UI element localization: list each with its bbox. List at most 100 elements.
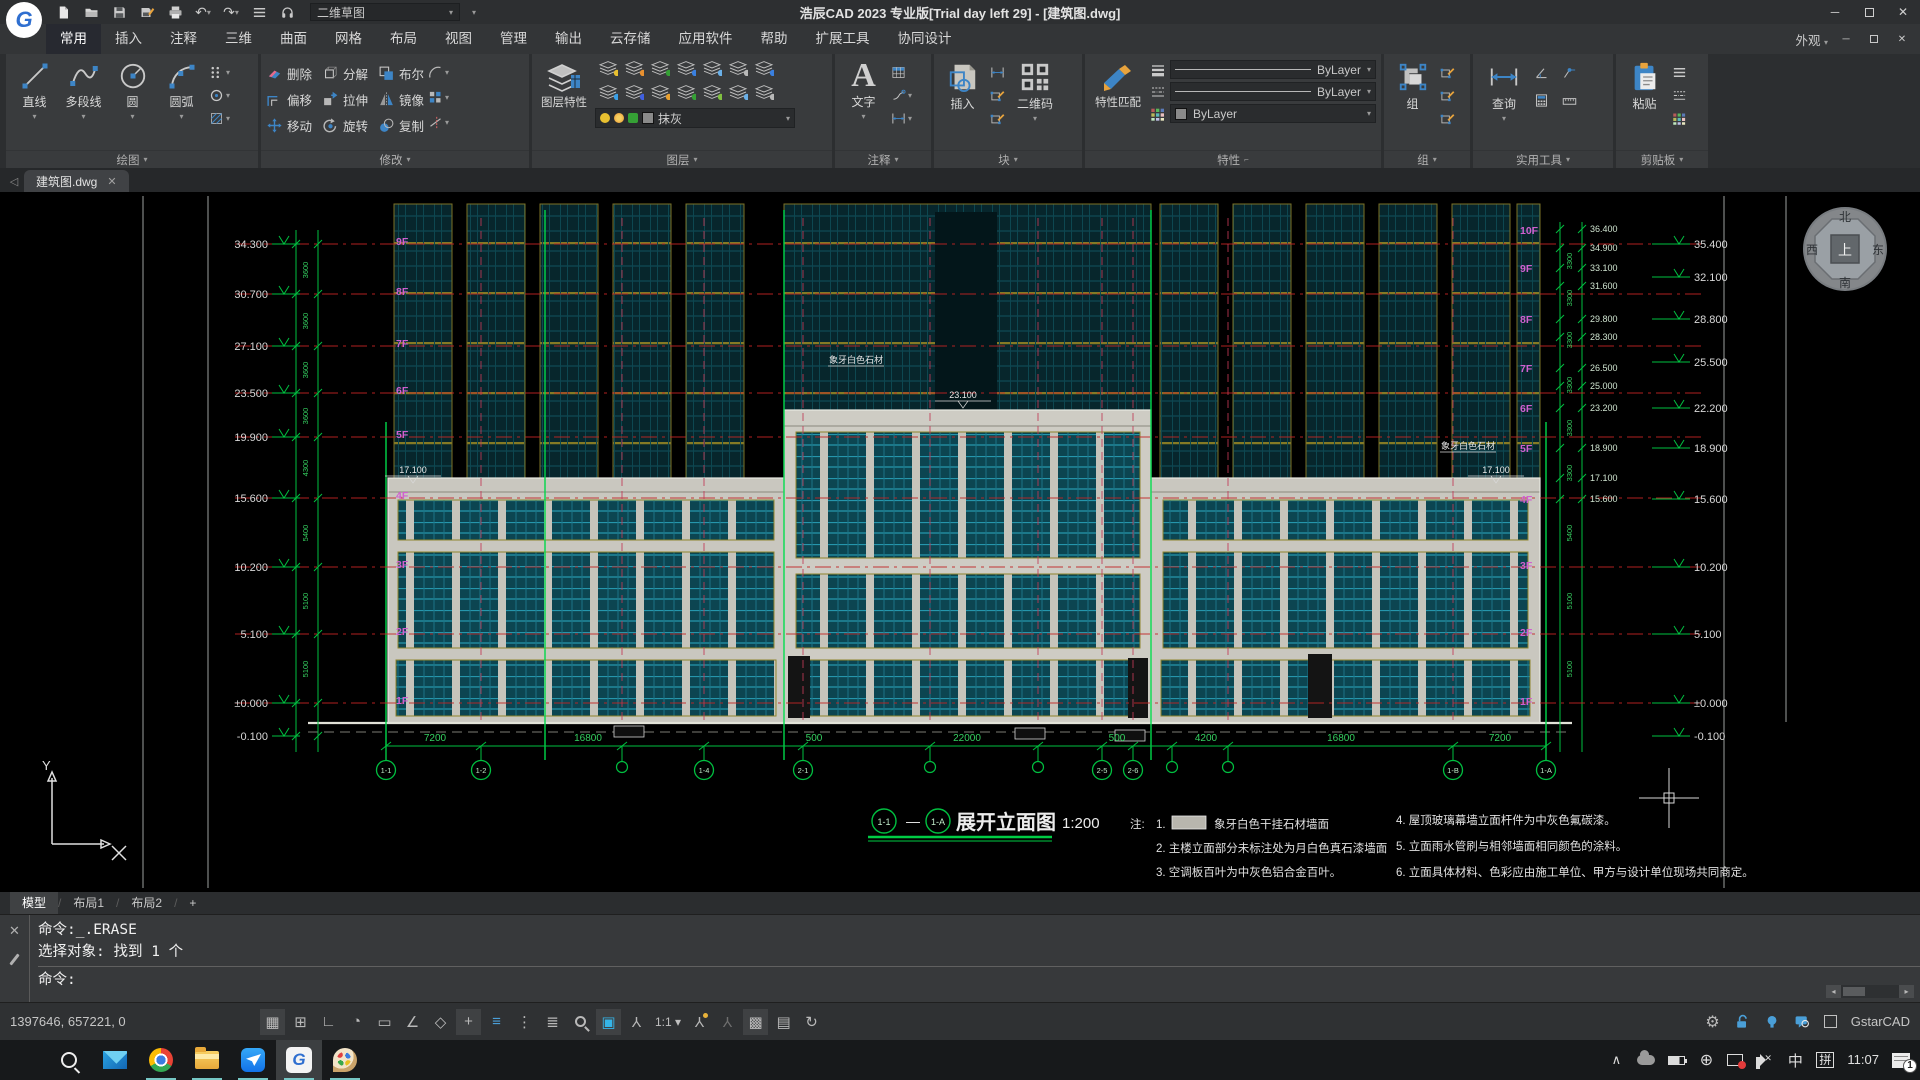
status-toggle-zoom[interactable] (568, 1009, 593, 1035)
point-tool[interactable]: ▾ (209, 63, 230, 81)
taskbar-app-paint[interactable] (322, 1040, 368, 1080)
modify-tool-5[interactable]: 拉伸 (322, 87, 368, 112)
layer-tool-icon-13[interactable] (728, 84, 748, 105)
qr-code-button[interactable]: 二维码▾ (1009, 58, 1061, 150)
support-icon[interactable] (276, 2, 298, 22)
scroll-right-icon[interactable]: ▸ (1899, 985, 1914, 998)
doc-minimize-button[interactable]: ─ (1836, 30, 1856, 48)
layout-tab-布局2[interactable]: 布局2 (119, 892, 174, 914)
feedback-chat-icon[interactable] (1794, 1014, 1810, 1030)
command-prompt[interactable]: 命令: (38, 966, 1920, 992)
layer-tool-icon-8[interactable] (598, 84, 618, 105)
taskbar-app-search[interactable] (46, 1040, 92, 1080)
status-toggle-annotation-visibility[interactable]: Y (687, 1009, 712, 1035)
fullscreen-icon[interactable] (1824, 1015, 1837, 1028)
match-properties-button[interactable]: 特性匹配 (1090, 58, 1146, 150)
layer-thaw-icon[interactable] (614, 113, 624, 123)
ruler-tool[interactable] (1562, 91, 1586, 109)
drawing-canvas[interactable]: 1-1 — 1-A 展开立面图 1:200 注: 1. 象牙白色干挂石材墙面 2… (0, 192, 1920, 892)
layer-tool-icon-11[interactable] (676, 84, 696, 105)
taskbar-app-mail[interactable] (92, 1040, 138, 1080)
modify-tool-9[interactable]: 复制 (378, 113, 424, 138)
status-toggle-lineweight[interactable]: ≡ (484, 1009, 509, 1035)
panel-label-group[interactable]: 组▾ (1384, 150, 1470, 168)
close-button[interactable]: ✕ (1886, 0, 1920, 24)
modify-tool-7[interactable]: 布尔 (378, 61, 424, 86)
scroll-left-icon[interactable]: ◂ (1826, 985, 1841, 998)
unlock-icon[interactable] (1734, 1014, 1750, 1030)
command-hscrollbar[interactable]: ◂ ▸ (1826, 985, 1914, 998)
battery-icon[interactable] (1668, 1056, 1685, 1065)
layer-tool-icon-1[interactable] (598, 60, 618, 81)
layer-tool-icon-10[interactable] (650, 84, 670, 105)
group-edit-tool[interactable] (1440, 86, 1455, 104)
status-toggle-ortho[interactable]: ∟ (316, 1009, 341, 1035)
new-file-icon[interactable] (52, 2, 74, 22)
menu-tab-15[interactable]: 协同设计 (884, 24, 966, 54)
status-toggle-drawing-tabs[interactable]: ▤ (771, 1009, 796, 1035)
fillet-tool[interactable]: ▾ (428, 63, 449, 81)
modify-tool-4[interactable]: 分解 (322, 61, 368, 86)
trim-tool[interactable]: ▾ (428, 113, 449, 131)
layer-tool-icon-7[interactable] (754, 60, 774, 81)
status-toggle-selection-cycling[interactable]: ⋮ (512, 1009, 537, 1035)
status-toggle-clean-screen[interactable]: ↻ (799, 1009, 824, 1035)
maximize-button[interactable] (1852, 0, 1886, 24)
menu-tab-9[interactable]: 管理 (486, 24, 541, 54)
doc-restore-button[interactable] (1864, 30, 1884, 48)
draw-tool-4[interactable]: 圆弧▾ (158, 58, 205, 150)
network-globe-icon[interactable]: ⊕ (1698, 1050, 1714, 1070)
menu-tab-8[interactable]: 视图 (431, 24, 486, 54)
print-icon[interactable] (164, 2, 186, 22)
layer-tool-icon-2[interactable] (624, 60, 644, 81)
ime-language-indicator[interactable]: 中 (1787, 1050, 1803, 1071)
command-edit-icon[interactable] (9, 953, 19, 965)
layer-tool-icon-9[interactable] (624, 84, 644, 105)
menu-tab-2[interactable]: 插入 (101, 24, 156, 54)
save-icon[interactable] (108, 2, 130, 22)
notification-icon[interactable]: 1 (1892, 1053, 1910, 1068)
modify-tool-2[interactable]: 偏移 (266, 87, 312, 112)
group-button[interactable]: 组 (1389, 58, 1436, 150)
menu-tab-13[interactable]: 帮助 (747, 24, 802, 54)
hatch-tool[interactable]: ▾ (209, 109, 230, 127)
status-toggle-dynamic-ucs[interactable]: ▭ (372, 1009, 397, 1035)
menu-tab-3[interactable]: 注释 (156, 24, 211, 54)
panel-label-modify[interactable]: 修改▾ (261, 150, 529, 168)
taskbar-clock[interactable]: 11:07 (1847, 1053, 1879, 1067)
taskbar-app-gstarcad[interactable]: G (276, 1040, 322, 1080)
block-attr-tool[interactable] (990, 63, 1005, 81)
layout-tab-+[interactable]: + (177, 892, 208, 914)
menu-tab-5[interactable]: 曲面 (266, 24, 321, 54)
command-close-icon[interactable]: ✕ (9, 923, 20, 939)
query-button[interactable]: 查询▾ (1478, 58, 1530, 150)
status-toggle-hardware-acceleration[interactable]: ▩ (743, 1009, 768, 1035)
menu-tab-11[interactable]: 云存储 (596, 24, 665, 54)
layer-on-icon[interactable] (600, 113, 610, 123)
layer-tool-icon-12[interactable] (702, 84, 722, 105)
status-toggle-quick-view[interactable]: ▣ (596, 1009, 621, 1035)
status-toggle-object-snap[interactable]: ◇ (428, 1009, 453, 1035)
status-toggle-annotation-scale[interactable]: 1:1 ▾ (652, 1009, 684, 1035)
paste-button[interactable]: 粘贴 (1621, 58, 1668, 150)
modify-tool-1[interactable]: 删除 (266, 61, 312, 86)
modify-tool-8[interactable]: 镜像 (378, 87, 424, 112)
draw-tool-3[interactable]: 圆▾ (109, 58, 156, 150)
copy-clip-tool[interactable] (1672, 63, 1687, 81)
linetype-select[interactable]: ByLayer▾ (1170, 82, 1376, 101)
panel-label-annotate[interactable]: 注释▾ (835, 150, 931, 168)
layer-tool-icon-4[interactable] (676, 60, 696, 81)
group-select-tool[interactable] (1440, 109, 1455, 127)
copy-base-tool[interactable] (1672, 109, 1687, 127)
status-toggle-annotation-autoscale[interactable]: Y (715, 1009, 740, 1035)
document-tab-close-icon[interactable]: ✕ (107, 175, 116, 188)
layer-tool-icon-5[interactable] (702, 60, 722, 81)
settings-gear-icon[interactable]: ⚙ (1705, 1012, 1719, 1032)
layout-tab-布局1[interactable]: 布局1 (61, 892, 116, 914)
menu-tab-14[interactable]: 扩展工具 (802, 24, 884, 54)
onedrive-icon[interactable] (1637, 1055, 1655, 1065)
redo-icon[interactable]: ↷▾ (220, 2, 242, 22)
layer-color-swatch[interactable] (642, 112, 654, 124)
volume-muted-icon[interactable] (1756, 1054, 1774, 1066)
menu-tab-4[interactable]: 三维 (211, 24, 266, 54)
